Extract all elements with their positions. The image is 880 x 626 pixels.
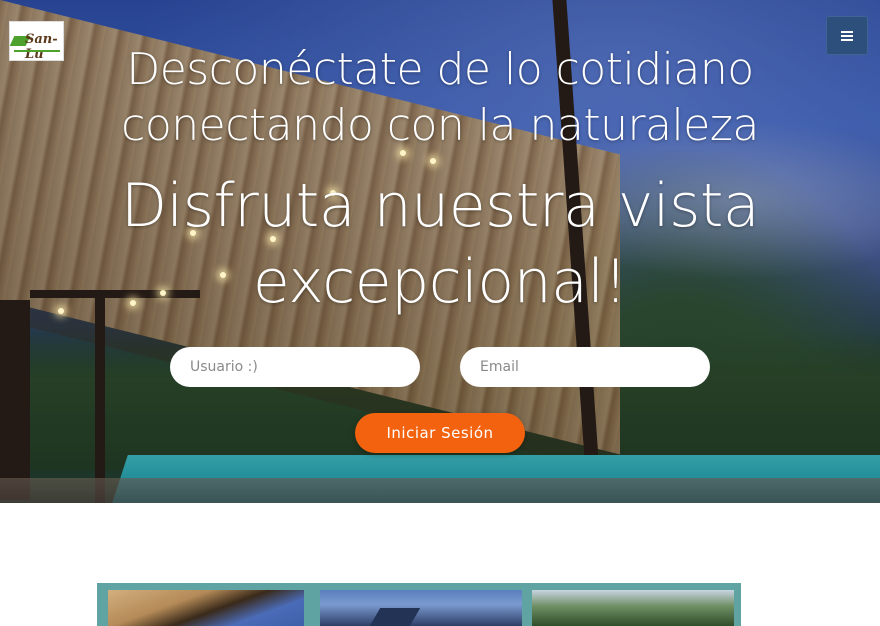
photo-gallery (93, 580, 745, 626)
hero-subtitle: Desconéctate de lo cotidiano conectando … (0, 42, 880, 154)
hero-title-line2: excepcional! (252, 247, 628, 317)
username-input[interactable] (170, 347, 420, 387)
hamburger-icon (841, 30, 853, 41)
hero-subtitle-line2: conectando con la naturaleza (121, 100, 759, 151)
gallery-thumbnail-forest[interactable] (532, 590, 734, 626)
string-light (430, 158, 436, 164)
gallery-thumbnail-pergola[interactable] (108, 590, 304, 626)
hero-title-line1: Disfruta nuestra vista (120, 171, 760, 241)
login-button[interactable]: Iniciar Sesión (355, 413, 525, 453)
gallery-frame (97, 583, 741, 626)
hero-title: Disfruta nuestra vista excepcional! (0, 168, 880, 320)
hero-subtitle-line1: Desconéctate de lo cotidiano (126, 44, 754, 95)
email-input[interactable] (460, 347, 710, 387)
gallery-thumbnail-cabin[interactable] (320, 590, 522, 626)
